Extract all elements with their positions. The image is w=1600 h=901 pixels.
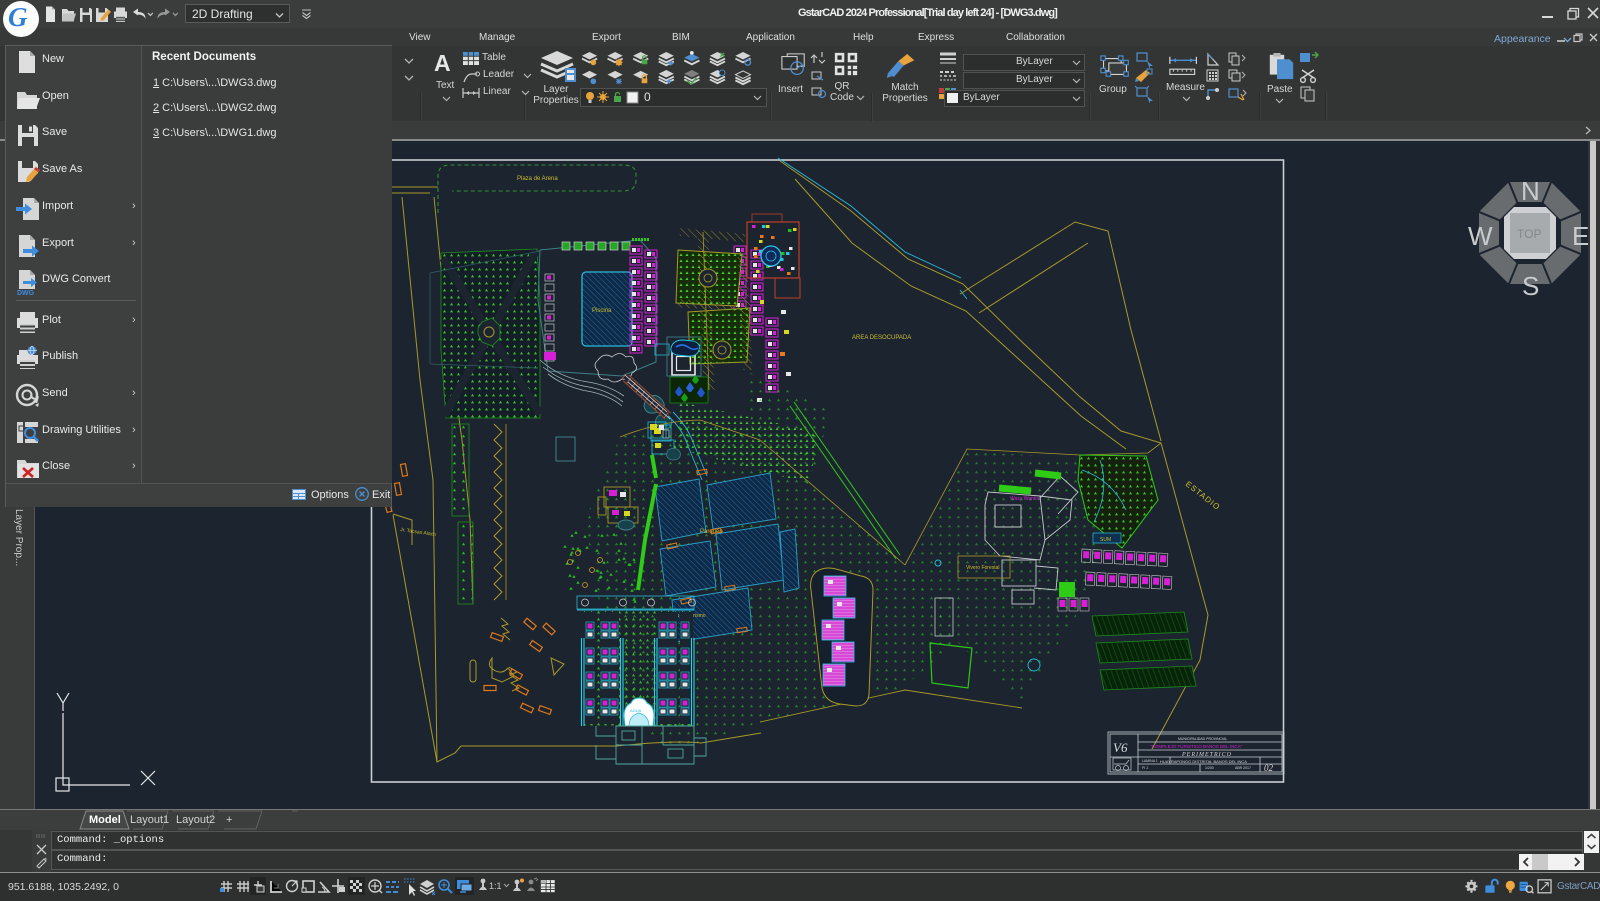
svg-text:MUNICIPALIDAD PROVINCIAL: MUNICIPALIDAD PROVINCIAL xyxy=(1178,737,1227,741)
svg-text:E: E xyxy=(1572,221,1588,251)
svg-text:FI J.: FI J. xyxy=(1142,766,1149,770)
svg-text:1:1: 1:1 xyxy=(489,881,502,891)
svg-text:TOP: TOP xyxy=(1517,227,1541,241)
svg-text:SUM: SUM xyxy=(1100,537,1111,543)
svg-text:S: S xyxy=(1522,271,1539,301)
svg-text:DWG: DWG xyxy=(17,290,35,297)
svg-text:LAMINA 1: LAMINA 1 xyxy=(1142,759,1158,763)
svg-text:PERIMETRICO: PERIMETRICO xyxy=(1181,752,1232,758)
svg-text:W: W xyxy=(1468,221,1493,251)
svg-text:Vivero Forestal: Vivero Forestal xyxy=(966,565,1000,571)
svg-text:V6: V6 xyxy=(1113,740,1128,755)
svg-text:AREA DESOCUPADA: AREA DESOCUPADA xyxy=(852,335,911,341)
svg-text:HUAYRAPONGO DISTRITAL BANOS DE: HUAYRAPONGO DISTRITAL BANOS DEL INCA xyxy=(1160,759,1247,764)
svg-text:Piscina: Piscina xyxy=(592,308,612,314)
svg-text:Plaza de Arena: Plaza de Arena xyxy=(517,176,558,182)
svg-text:"COMPLEJO TURISTICO BANOS DEL: "COMPLEJO TURISTICO BANOS DEL INCA" xyxy=(1150,744,1243,749)
svg-text:N: N xyxy=(1521,176,1540,206)
svg-text:1/200: 1/200 xyxy=(1205,766,1214,770)
svg-text:AGUA: AGUA xyxy=(630,708,642,713)
svg-text:Wasy Wanka: Wasy Wanka xyxy=(1010,496,1039,502)
svg-text:ABR 2017: ABR 2017 xyxy=(1235,766,1251,770)
svg-text:Jr. Tacsan Alach: Jr. Tacsan Alach xyxy=(400,527,437,538)
svg-text:02: 02 xyxy=(1264,763,1274,773)
svg-text:ESTADIO: ESTADIO xyxy=(1184,479,1222,512)
